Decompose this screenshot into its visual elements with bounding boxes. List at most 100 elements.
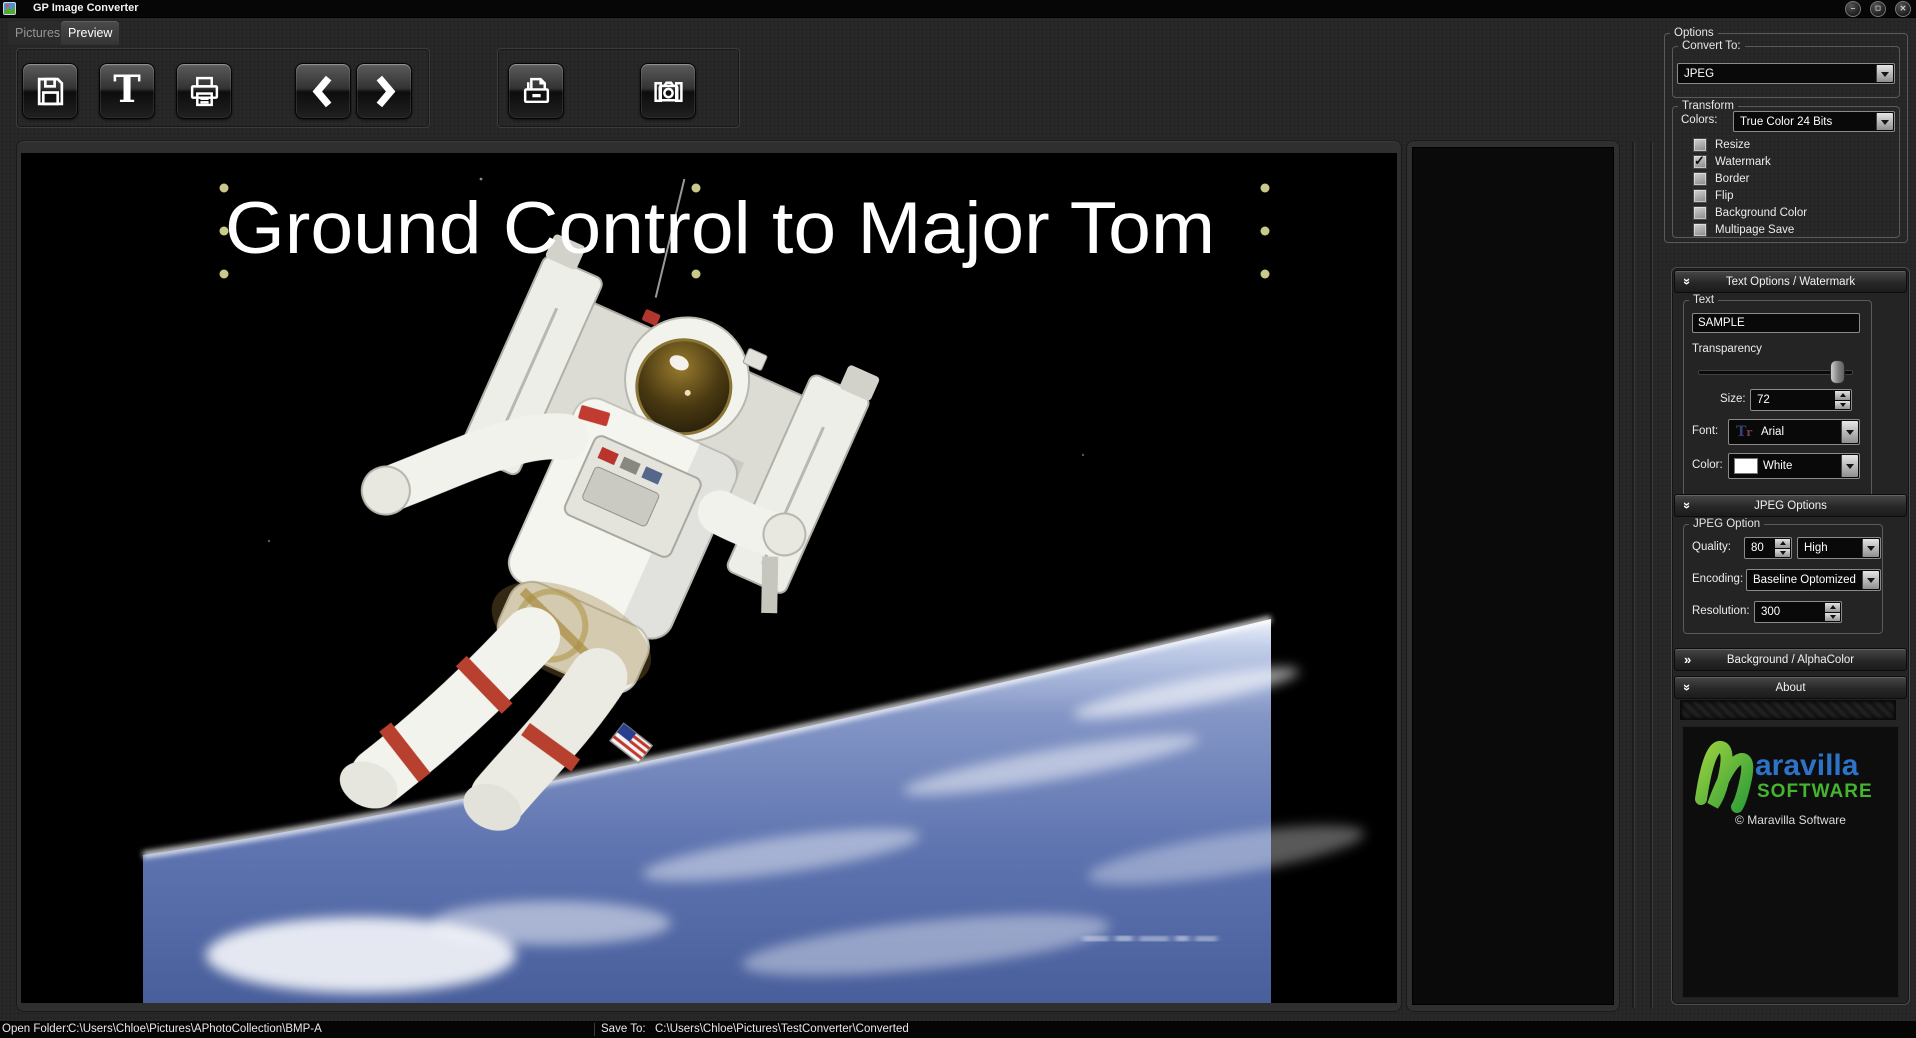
checkbox-row-resize[interactable]: Resize bbox=[1693, 137, 1750, 153]
font-value: Arial bbox=[1761, 426, 1785, 438]
border-checkbox[interactable] bbox=[1693, 172, 1707, 186]
chevron-down-icon[interactable] bbox=[1876, 65, 1893, 82]
convert-all-button[interactable] bbox=[640, 63, 696, 119]
font-dropdown[interactable]: Tr Arial bbox=[1728, 419, 1860, 445]
status-bar: Open Folder: C:\Users\Chloe\Pictures\APh… bbox=[0, 1021, 1916, 1038]
jpeg-options-header[interactable]: » JPEG Options bbox=[1674, 494, 1907, 517]
checkbox-row-watermark[interactable]: Watermark bbox=[1693, 153, 1771, 170]
spin-up-icon bbox=[1835, 391, 1850, 400]
chevron-down-icon[interactable] bbox=[1841, 421, 1858, 443]
checkbox-row-multipage-save[interactable]: Multipage Save bbox=[1693, 222, 1794, 238]
text-watermark-button[interactable]: T bbox=[99, 63, 155, 119]
previous-icon bbox=[312, 75, 331, 107]
multipage-save-checkbox[interactable] bbox=[1693, 223, 1707, 237]
logo-software-text: SOFTWARE bbox=[1757, 781, 1873, 802]
colors-dropdown[interactable]: True Color 24 Bits bbox=[1733, 111, 1895, 132]
close-button[interactable]: ✕ bbox=[1895, 1, 1911, 17]
spin-down-icon bbox=[1835, 400, 1850, 409]
maravilla-logo: aravilla SOFTWARE bbox=[1695, 741, 1873, 813]
transform-group-label: Transform bbox=[1678, 99, 1738, 113]
chevron-down-icon[interactable] bbox=[1841, 455, 1858, 477]
jpeg-option-group-label: JPEG Option bbox=[1689, 517, 1765, 531]
resize-label: Resize bbox=[1715, 139, 1751, 151]
status-separator bbox=[594, 1023, 595, 1036]
collapse-icon: » bbox=[1680, 277, 1696, 286]
white-color-swatch bbox=[1734, 458, 1758, 474]
about-header[interactable]: » About bbox=[1674, 676, 1907, 699]
preview-canvas[interactable]: Ground Control to Major Tom bbox=[21, 153, 1397, 1003]
jpeg-option-group: JPEG Option Quality: 80 High Encoding: B… bbox=[1683, 517, 1883, 634]
background-color-label: Background Color bbox=[1715, 207, 1808, 219]
color-dropdown[interactable]: White bbox=[1728, 453, 1860, 479]
watermark-checkbox[interactable] bbox=[1693, 153, 1707, 169]
flip-checkbox[interactable] bbox=[1693, 189, 1707, 203]
window-title: GP Image Converter bbox=[33, 2, 139, 14]
chevron-down-icon[interactable] bbox=[1862, 571, 1879, 589]
about-panel: aravilla SOFTWARE © Maravilla Software bbox=[1682, 726, 1899, 998]
options-group-label: Options bbox=[1670, 26, 1718, 40]
background-color-checkbox[interactable] bbox=[1693, 206, 1707, 220]
border-label: Border bbox=[1715, 173, 1750, 185]
convert-images-icon bbox=[653, 80, 683, 102]
size-spinner[interactable] bbox=[1835, 391, 1850, 409]
checkbox-row-border[interactable]: Border bbox=[1693, 171, 1750, 187]
minimize-button[interactable]: – bbox=[1845, 1, 1861, 17]
export-file-icon bbox=[523, 77, 549, 103]
convert-to-dropdown[interactable]: JPEG bbox=[1677, 63, 1895, 84]
quality-spinner[interactable] bbox=[1775, 539, 1790, 557]
color-value: White bbox=[1763, 460, 1793, 472]
resize-checkbox[interactable] bbox=[1693, 138, 1707, 152]
size-field[interactable]: 72 bbox=[1750, 389, 1852, 411]
spin-down-icon bbox=[1775, 548, 1790, 557]
text-watermark-icon: T bbox=[113, 67, 141, 111]
next-icon bbox=[376, 75, 395, 107]
background-alphacolor-header[interactable]: » Background / AlphaColor bbox=[1674, 648, 1907, 671]
transform-group: Transform Colors: True Color 24 Bits Res… bbox=[1672, 99, 1900, 238]
panel-splitter[interactable] bbox=[1632, 142, 1635, 1008]
title-bar: GP Image Converter – ◻ ✕ bbox=[0, 0, 1916, 18]
size-value: 72 bbox=[1757, 394, 1770, 406]
encoding-dropdown[interactable]: Baseline Optomized bbox=[1746, 569, 1881, 591]
save-icon bbox=[37, 77, 63, 105]
text-options-header[interactable]: » Text Options / Watermark bbox=[1674, 270, 1907, 293]
slider-thumb[interactable] bbox=[1830, 360, 1845, 384]
collapse-icon: » bbox=[1680, 501, 1696, 510]
watermark-text[interactable]: Ground Control to Major Tom bbox=[225, 188, 1215, 269]
quality-level-dropdown[interactable]: High bbox=[1797, 537, 1881, 559]
progress-bar bbox=[1680, 700, 1896, 720]
flip-label: Flip bbox=[1715, 190, 1734, 202]
checkbox-row-flip[interactable]: Flip bbox=[1693, 188, 1734, 204]
tab-preview[interactable]: Preview bbox=[61, 21, 120, 45]
convert-file-button[interactable] bbox=[508, 63, 564, 119]
convert-to-label: Convert To: bbox=[1678, 39, 1745, 53]
chevron-down-icon[interactable] bbox=[1876, 113, 1893, 130]
tab-pictures[interactable]: Pictures bbox=[8, 21, 68, 45]
app-icon bbox=[3, 2, 16, 15]
convert-to-value: JPEG bbox=[1684, 67, 1715, 80]
chevron-down-icon[interactable] bbox=[1862, 539, 1879, 557]
transparency-label: Transparency bbox=[1692, 343, 1762, 355]
previous-image-button[interactable] bbox=[295, 63, 351, 119]
convert-to-group: Convert To: JPEG bbox=[1672, 39, 1900, 98]
side-panel-frame bbox=[1406, 140, 1620, 1012]
colors-label: Colors: bbox=[1681, 114, 1718, 126]
open-folder-path: C:\Users\Chloe\Pictures\APhotoCollection… bbox=[68, 1023, 322, 1035]
text-group-label: Text bbox=[1689, 293, 1719, 307]
about-header-label: About bbox=[1775, 681, 1806, 694]
thumbnail-panel[interactable] bbox=[1412, 147, 1614, 1005]
font-type-icon: Tr bbox=[1736, 424, 1753, 440]
resolution-value: 300 bbox=[1761, 606, 1781, 618]
encoding-value: Baseline Optomized bbox=[1753, 574, 1856, 586]
print-button[interactable] bbox=[176, 63, 232, 119]
transparency-slider[interactable] bbox=[1698, 359, 1853, 384]
options-group: Options Convert To: JPEG Transform Color… bbox=[1664, 26, 1908, 243]
copyright-text: © Maravilla Software bbox=[1735, 813, 1846, 827]
save-button[interactable] bbox=[22, 63, 78, 119]
watermark-text-input[interactable] bbox=[1692, 313, 1860, 333]
restore-button[interactable]: ◻ bbox=[1870, 1, 1886, 17]
resolution-field[interactable]: 300 bbox=[1754, 601, 1842, 623]
resolution-spinner[interactable] bbox=[1825, 603, 1840, 621]
quality-field[interactable]: 80 bbox=[1744, 537, 1792, 559]
checkbox-row-background-color[interactable]: Background Color bbox=[1693, 205, 1807, 221]
next-image-button[interactable] bbox=[356, 63, 412, 119]
